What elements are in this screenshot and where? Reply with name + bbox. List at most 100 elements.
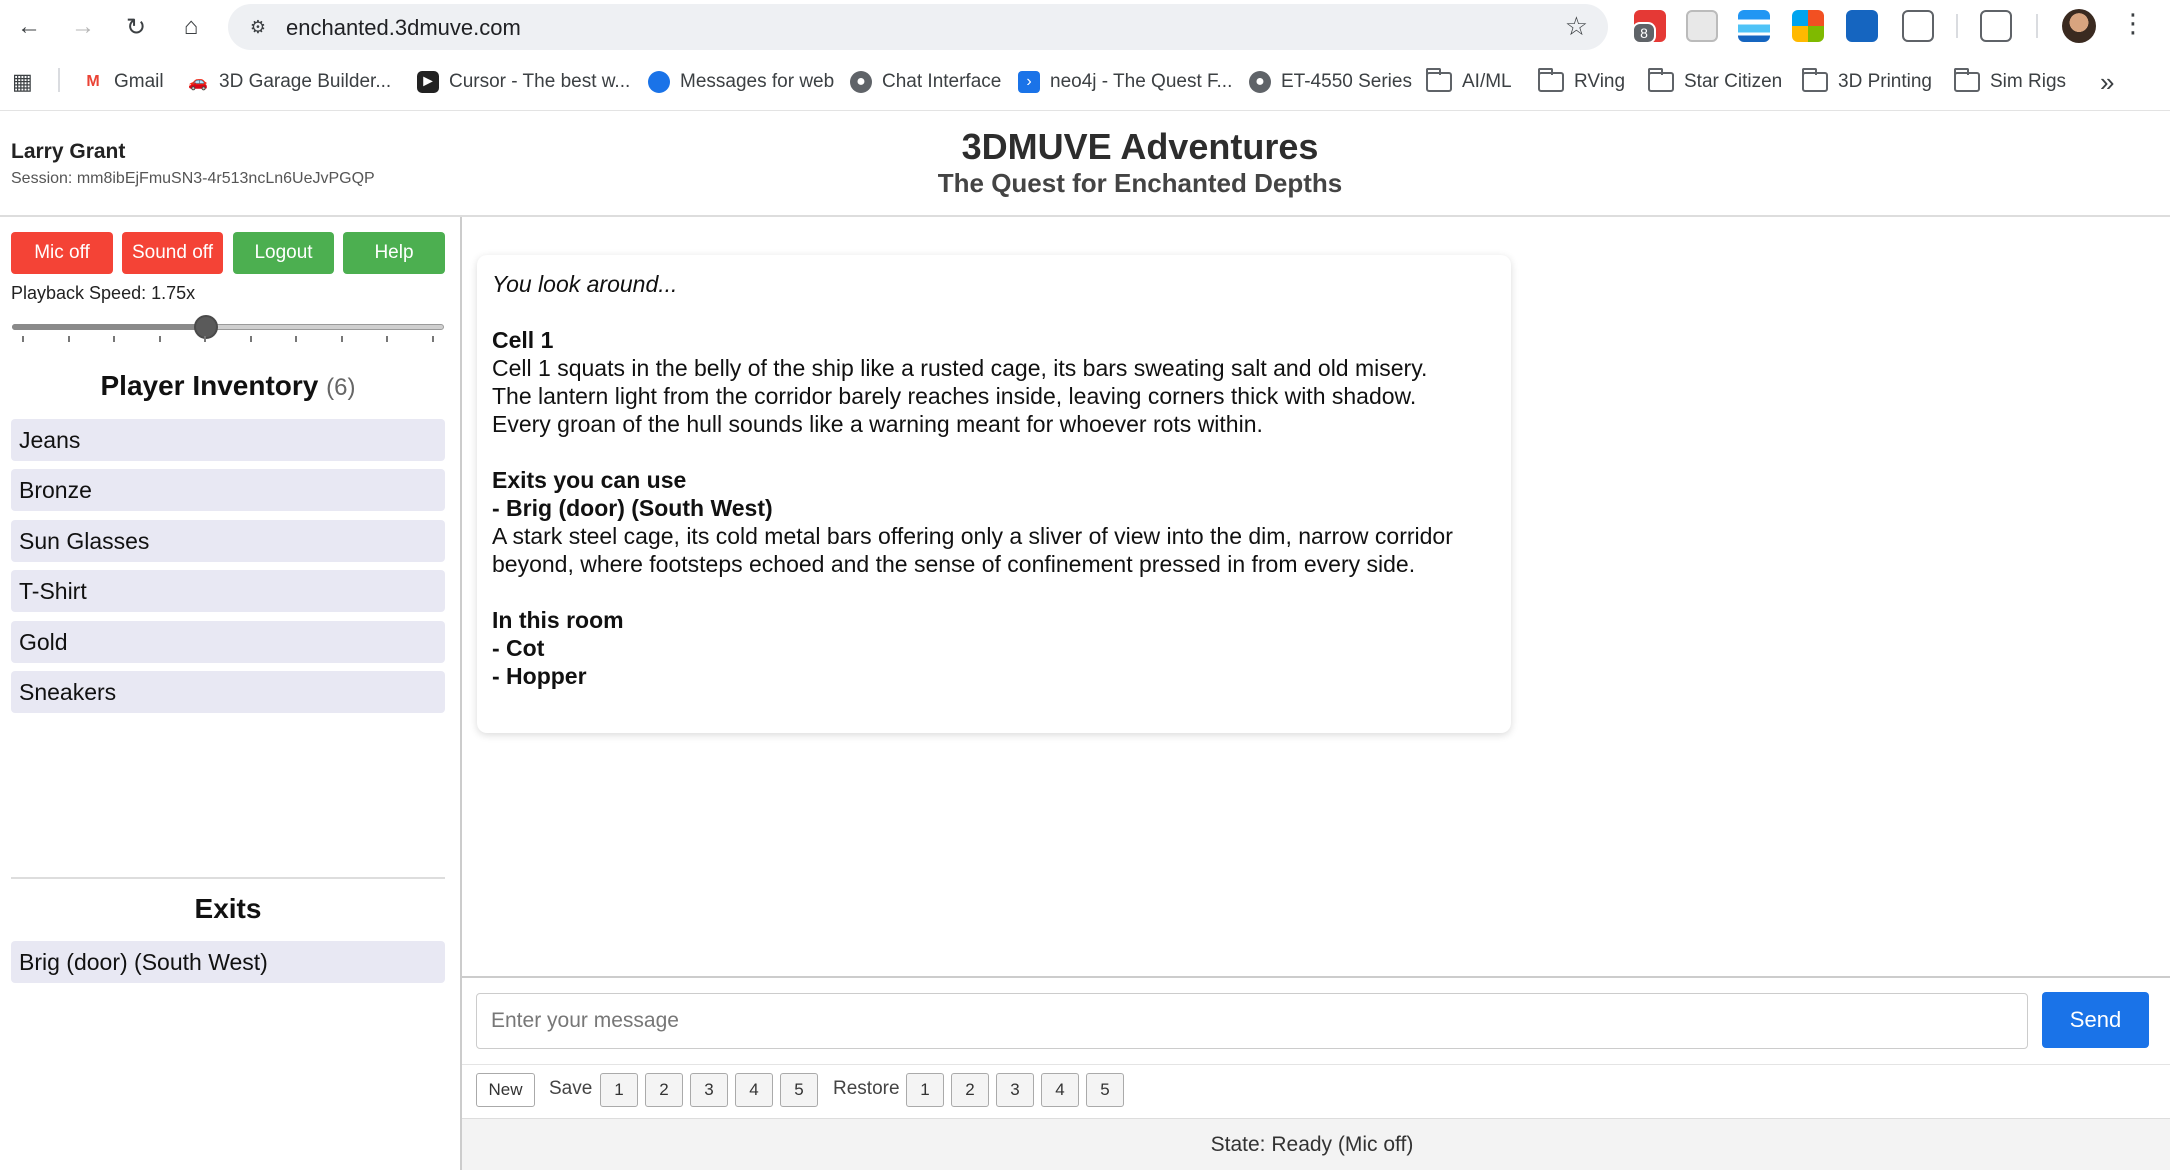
inventory-item[interactable]: Bronze (11, 469, 445, 511)
inventory-heading: Player Inventory (6) (11, 370, 445, 402)
profile-avatar[interactable] (2062, 9, 2096, 43)
lines-extension-icon[interactable] (1738, 10, 1770, 42)
restore-slot-1-button[interactable]: 1 (906, 1073, 944, 1107)
sidebar-divider (460, 217, 462, 1170)
address-bar[interactable]: ⚙ enchanted.3dmuve.com ☆ (228, 4, 1608, 50)
back-icon[interactable]: ← (10, 8, 48, 46)
page-title: 3DMUVE Adventures (961, 126, 1319, 167)
bookmark-cursor[interactable]: ► Cursor - The best w... (417, 68, 630, 96)
bookmarks-bar: ▦ M Gmail 🚗 3D Garage Builder... ► Cursor -… (0, 60, 2170, 102)
bookmark-garage-builder[interactable]: 🚗 3D Garage Builder... (187, 68, 391, 96)
search-tabs-icon[interactable] (1980, 10, 2012, 42)
exits-divider (11, 877, 445, 879)
inventory-item[interactable]: T-Shirt (11, 570, 445, 612)
toolbar-separator (2036, 14, 2038, 38)
folder-icon (1648, 68, 1674, 92)
session-id: Session: mm8ibEjFmuSN3-4r513ncLn6UeJvPGQ… (11, 170, 375, 187)
restore-slot-2-button[interactable]: 2 (951, 1073, 989, 1107)
forward-icon[interactable]: → (64, 8, 102, 46)
exit-item[interactable]: Brig (door) (South West) (11, 941, 445, 983)
save-slot-4-button[interactable]: 4 (735, 1073, 773, 1107)
bookmark-folder-rving[interactable]: RVing (1538, 68, 1625, 96)
terminal-icon: › (1018, 71, 1040, 93)
url-text[interactable]: enchanted.3dmuve.com (286, 15, 521, 41)
story-exit: - Brig (door) (South West) (492, 495, 773, 521)
folder-icon (1538, 68, 1564, 92)
bookmark-folder-aiml[interactable]: AI/ML (1426, 68, 1512, 96)
bookmark-label: Chat Interface (882, 71, 1002, 92)
slider-tick (386, 336, 388, 342)
bookmarks-separator (58, 68, 60, 92)
inventory-count: (6) (326, 374, 356, 401)
messages-icon (648, 71, 670, 93)
page-subtitle: The Quest for Enchanted Depths (937, 168, 1343, 198)
save-row-divider (462, 1064, 2170, 1065)
inventory-item[interactable]: Jeans (11, 419, 445, 461)
restore-slot-4-button[interactable]: 4 (1041, 1073, 1079, 1107)
slider-tick (158, 336, 161, 342)
room-description: Cell 1 squats in the belly of the ship l… (492, 355, 1428, 381)
message-input[interactable] (476, 993, 2028, 1049)
inventory-item[interactable]: Gold (11, 621, 445, 663)
inventory-item[interactable]: Sun Glasses (11, 520, 445, 562)
x-extension-icon[interactable] (1846, 10, 1878, 42)
send-button[interactable]: Send (2042, 992, 2149, 1048)
input-divider (462, 976, 2170, 978)
inventory-title: Player Inventory (100, 370, 319, 401)
home-icon[interactable]: ⌂ (172, 8, 210, 46)
site-settings-icon[interactable]: ⚙ (244, 13, 272, 41)
toolbar-separator (1956, 14, 1958, 38)
bookmark-messages[interactable]: Messages for web (648, 68, 834, 96)
globe-icon: ● (850, 71, 872, 93)
folder-icon (1802, 68, 1828, 92)
logout-button[interactable]: Logout (233, 232, 334, 274)
reload-icon[interactable]: ↻ (117, 8, 155, 46)
bookmark-et4550[interactable]: ● ET-4550 Series (1249, 68, 1412, 96)
bookmark-folder-star-citizen[interactable]: Star Citizen (1648, 68, 1782, 96)
room-name: Cell 1 (492, 327, 554, 353)
sound-toggle-button[interactable]: Sound off (122, 232, 223, 274)
room-item: - Hopper (492, 663, 587, 689)
status-text: State: Ready (Mic off) (1210, 1133, 1414, 1156)
room-description: Every groan of the hull sounds like a wa… (492, 411, 1263, 437)
microsoft-extension-icon[interactable] (1792, 10, 1824, 42)
apps-grid-icon[interactable]: ▦ (12, 68, 33, 96)
bookmark-chat-interface[interactable]: ● Chat Interface (850, 68, 1001, 96)
exits-heading: Exits (194, 893, 262, 924)
folder-icon (1426, 68, 1452, 92)
more-bookmarks-icon[interactable]: » (2100, 67, 2114, 97)
save-slot-2-button[interactable]: 2 (645, 1073, 683, 1107)
slider-tick (340, 336, 343, 342)
bookmark-folder-sim-rigs[interactable]: Sim Rigs (1954, 68, 2066, 96)
bookmark-gmail[interactable]: M Gmail (82, 68, 163, 96)
gmail-icon: M (86, 73, 100, 90)
bookmark-folder-3d-printing[interactable]: 3D Printing (1802, 68, 1932, 96)
bookmark-label: AI/ML (1462, 71, 1512, 92)
browser-toolbar: ← → ↻ ⌂ ⚙ enchanted.3dmuve.com ☆ 8 ⋮ (0, 0, 2170, 52)
restore-slot-3-button[interactable]: 3 (996, 1073, 1034, 1107)
menu-kebab-icon[interactable]: ⋮ (2118, 8, 2148, 44)
help-button[interactable]: Help (343, 232, 445, 274)
bookmark-label: 3D Printing (1838, 71, 1932, 92)
cursor-icon: ► (417, 71, 439, 93)
save-slot-3-button[interactable]: 3 (690, 1073, 728, 1107)
slider-tick (113, 336, 115, 342)
slider-tick (295, 336, 297, 342)
bookmark-label: 3D Garage Builder... (219, 71, 392, 92)
mic-toggle-button[interactable]: Mic off (11, 232, 113, 274)
slider-tick (249, 336, 252, 342)
image-extension-icon[interactable] (1686, 10, 1718, 42)
bookmark-star-icon[interactable]: ☆ (1565, 11, 1588, 42)
new-game-button[interactable]: New (476, 1073, 535, 1107)
inventory-item[interactable]: Sneakers (11, 671, 445, 713)
save-slot-1-button[interactable]: 1 (600, 1073, 638, 1107)
slider-tick (431, 336, 434, 342)
slider-tick (67, 336, 70, 342)
extensions-puzzle-icon[interactable] (1902, 10, 1934, 42)
bookmark-neo4j[interactable]: › neo4j - The Quest F... (1018, 68, 1232, 96)
save-slot-5-button[interactable]: 5 (780, 1073, 818, 1107)
exit-description: A stark steel cage, its cold metal bars … (492, 523, 1453, 549)
exits-subheading: Exits you can use (492, 467, 687, 493)
exit-description: beyond, where footsteps echoed and the s… (492, 551, 1416, 577)
restore-slot-5-button[interactable]: 5 (1086, 1073, 1124, 1107)
